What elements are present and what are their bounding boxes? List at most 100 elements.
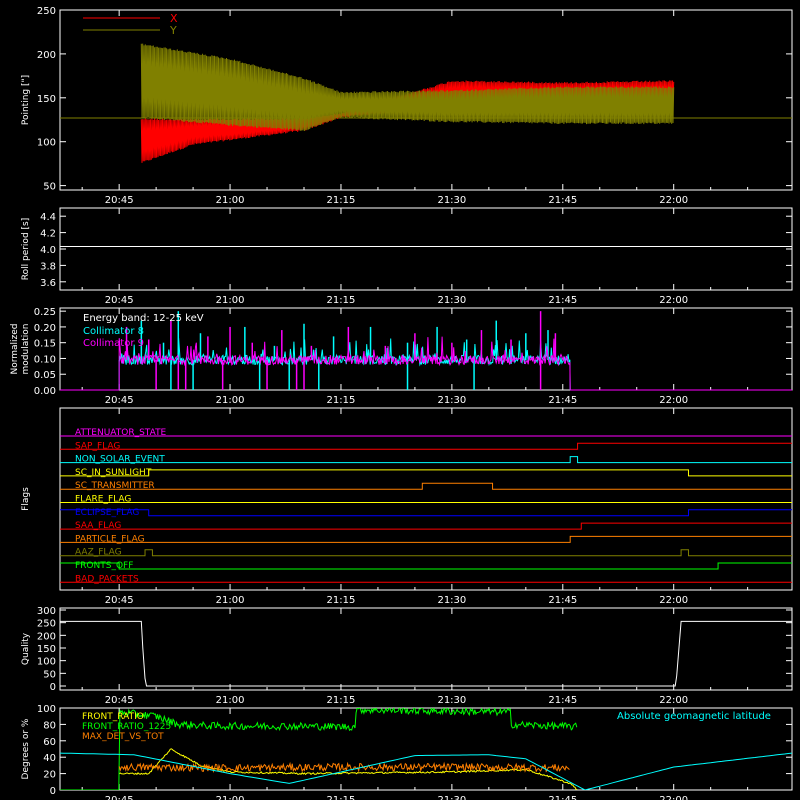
flag-label: SC_TRANSMITTER xyxy=(75,481,155,491)
x-tick-label: 21:30 xyxy=(437,695,466,706)
legend-label: MAX_DET_VS_TOT xyxy=(82,732,164,742)
x-tick-label: 20:45 xyxy=(105,195,134,206)
y-axis-label: Quality xyxy=(21,632,31,665)
y-tick-label: 100 xyxy=(37,704,56,715)
geomagnetic-label: Absolute geomagnetic latitude xyxy=(617,711,771,722)
flag-label: SAP_FLAG xyxy=(75,441,120,451)
y-tick-label: 0.10 xyxy=(34,354,56,365)
y-tick-label: 0.20 xyxy=(34,323,56,334)
legend-label: FRONT_RATIO xyxy=(82,712,144,722)
y-axis-label: Flags xyxy=(21,487,31,511)
x-tick-label: 22:00 xyxy=(659,695,688,706)
y-tick-label: 200 xyxy=(37,50,56,61)
x-tick-label: 21:15 xyxy=(327,195,356,206)
x-tick-label: 21:30 xyxy=(437,395,466,406)
x-tick-label: 22:00 xyxy=(659,295,688,306)
series-front-ratio xyxy=(118,748,578,790)
y-tick-label: 80 xyxy=(43,720,56,731)
legend-label: Collimator 9 xyxy=(83,338,144,349)
panel-1: 20:45 21:00 21:15 21:30 21:45 22:00 50 100 150 20… xyxy=(21,6,793,206)
y-tick-label: 100 xyxy=(37,657,56,668)
x-tick-label: 21:00 xyxy=(216,395,245,406)
flag-line-non-solar-event xyxy=(60,456,792,464)
flag-line-eclipse-flag xyxy=(60,509,792,517)
y-axis-label: Pointing ["] xyxy=(21,75,31,125)
y-tick-label: 20 xyxy=(43,770,56,781)
y-tick-label: 4.2 xyxy=(40,229,56,240)
y-tick-label: 60 xyxy=(43,737,56,748)
flag-line-aaz-flag xyxy=(60,549,792,557)
x-tick-label: 21:45 xyxy=(548,195,577,206)
x-tick-label: 21:45 xyxy=(548,395,577,406)
y-tick-label: 3.6 xyxy=(40,278,56,289)
flag-label: PARTICLE_FLAG xyxy=(75,534,145,544)
x-tick-label: 20:45 xyxy=(105,295,134,306)
y-tick-label: 150 xyxy=(37,644,56,655)
flag-label: AAZ_FLAG xyxy=(75,548,122,558)
x-tick-label: 21:15 xyxy=(327,695,356,706)
flag-line-sap-flag xyxy=(60,442,792,450)
panel-frame xyxy=(59,607,793,691)
x-tick-label: 21:00 xyxy=(216,295,245,306)
y-tick-label: 250 xyxy=(37,619,56,630)
y-tick-label: 0.05 xyxy=(34,370,56,381)
legend-label: FRONT_RATIO_1225 xyxy=(82,722,171,732)
series-absolute-geomagnetic-latitude xyxy=(60,752,792,790)
panel-6: 20:45 21:00 21:15 21:30 21:45 22:00 0 20 40 60 80 1… xyxy=(21,704,793,800)
x-tick-label: 21:30 xyxy=(437,195,466,206)
flag-label: ATTENUATOR_STATE xyxy=(75,428,167,438)
multi-panel-chart: 20:45 21:00 21:15 21:30 21:45 22:005010015020… xyxy=(10,6,793,800)
x-tick-label: 21:45 xyxy=(548,295,577,306)
x-tick-label: 21:45 xyxy=(548,595,577,606)
x-tick-label: 21:30 xyxy=(437,295,466,306)
y-tick-label: 0 xyxy=(50,786,56,797)
y-tick-label: 50 xyxy=(43,182,56,193)
y-tick-label: 40 xyxy=(43,753,56,764)
y-axis-label: modulation xyxy=(21,324,31,375)
flag-line-sc-in-sunlight xyxy=(60,469,792,477)
x-tick-label: 20:45 xyxy=(105,795,134,800)
x-tick-label: 22:00 xyxy=(659,595,688,606)
flag-line-particle-flag xyxy=(60,535,792,543)
x-tick-label: 21:00 xyxy=(216,595,245,606)
x-tick-label: 21:00 xyxy=(216,795,245,800)
x-tick-label: 21:15 xyxy=(327,595,356,606)
flag-line-fronts-off xyxy=(60,562,792,570)
x-tick-label: 20:45 xyxy=(105,595,134,606)
x-tick-label: 20:45 xyxy=(105,395,134,406)
y-axis-label: Roll period [s] xyxy=(21,218,31,280)
panel-frame xyxy=(59,407,793,591)
y-tick-label: 300 xyxy=(37,606,56,617)
y-tick-label: 0 xyxy=(50,682,56,693)
series-collimator-8 xyxy=(118,337,571,391)
y-tick-label: 0.15 xyxy=(34,339,56,350)
panel-frame xyxy=(59,207,793,291)
flag-label: FRONTS_OFF xyxy=(75,561,133,571)
y-tick-label: 4.0 xyxy=(40,245,56,256)
x-tick-label: 22:00 xyxy=(659,795,688,800)
flag-label: NON_SOLAR_EVENT xyxy=(75,455,165,465)
y-tick-label: 0.25 xyxy=(34,307,56,318)
x-tick-label: 20:45 xyxy=(105,695,134,706)
panel-2: 20:45 21:00 21:15 21:30 21:45 22:00 3.6 3.8 4.0 4… xyxy=(21,207,793,306)
x-tick-label: 21:45 xyxy=(548,695,577,706)
flag-label: ECLIPSE_FLAG xyxy=(75,508,139,518)
flag-label: SC_IN_SUNLIGHT xyxy=(75,468,152,478)
y-tick-label: 0.00 xyxy=(34,386,56,397)
y-tick-label: 100 xyxy=(37,138,56,149)
y-tick-label: 50 xyxy=(43,669,56,680)
y-axis-label: Degrees or % xyxy=(21,718,31,779)
x-tick-label: 21:30 xyxy=(437,595,466,606)
legend-label: Collimator 8 xyxy=(83,326,144,337)
x-tick-label: 21:00 xyxy=(216,195,245,206)
x-tick-label: 21:30 xyxy=(437,795,466,800)
y-axis-label: Normalized xyxy=(10,323,20,374)
y-tick-label: 200 xyxy=(37,631,56,642)
flag-label: SAA_FLAG xyxy=(75,521,121,531)
y-tick-label: 150 xyxy=(37,94,56,105)
x-tick-label: 21:00 xyxy=(216,695,245,706)
x-tick-label: 22:00 xyxy=(659,395,688,406)
x-tick-label: 21:15 xyxy=(327,795,356,800)
flag-label: BAD_PACKETS xyxy=(75,574,139,584)
y-tick-label: 4.4 xyxy=(40,212,56,223)
